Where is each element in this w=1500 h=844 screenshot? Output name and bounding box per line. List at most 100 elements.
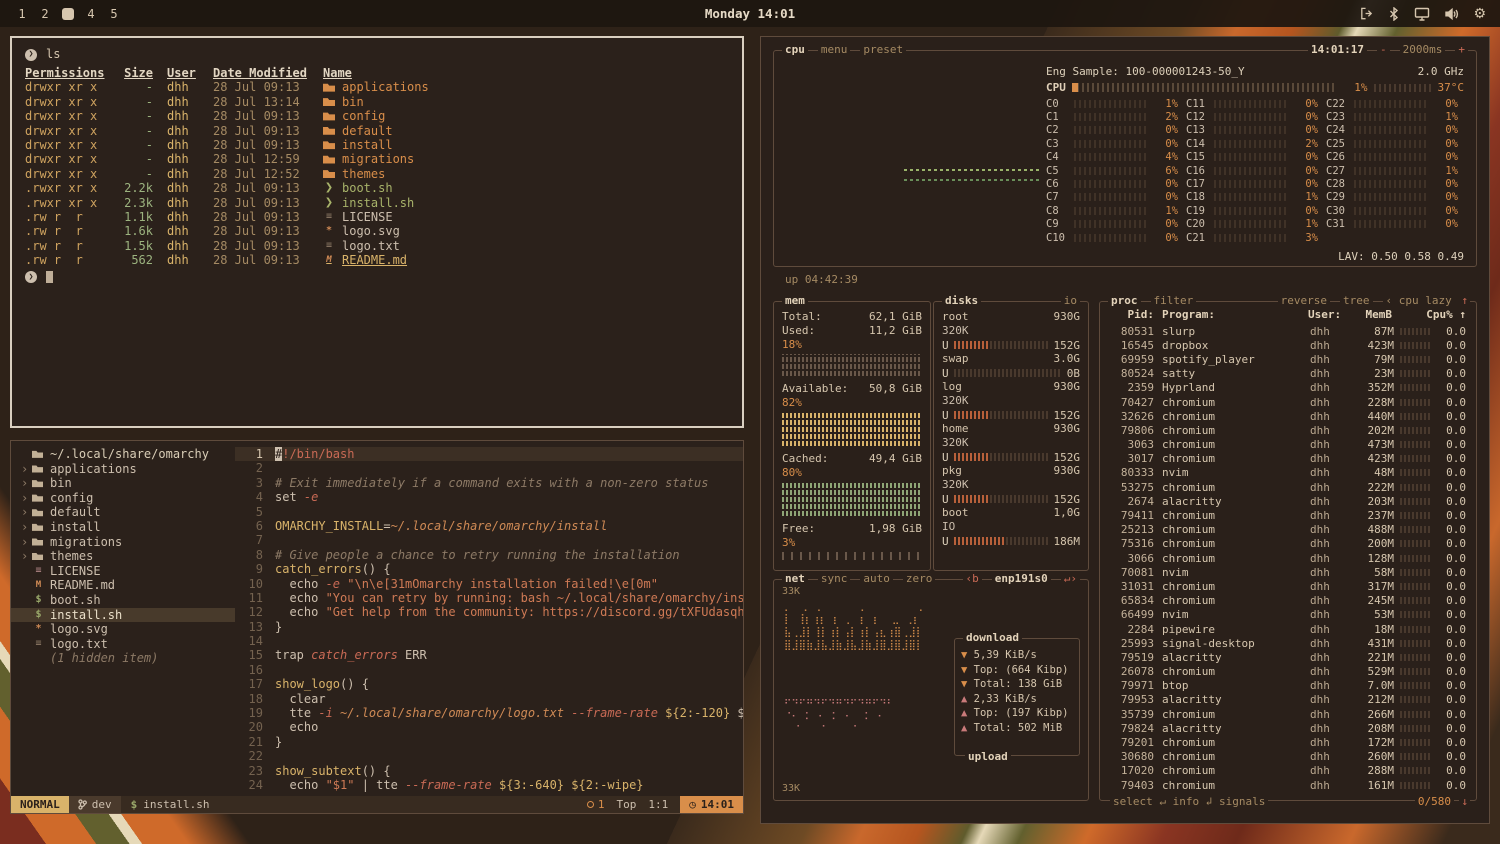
process-cpu-graph bbox=[1400, 356, 1432, 363]
filter-button[interactable]: filter bbox=[1151, 294, 1197, 307]
tree-item[interactable]: LICENSE bbox=[11, 564, 235, 579]
process-user: dhh bbox=[1310, 764, 1350, 777]
tree-item[interactable]: logo.txt bbox=[11, 637, 235, 652]
process-actions[interactable]: select ↵ info ↲ signals bbox=[1110, 795, 1268, 808]
sort-column-selector[interactable]: ‹ cpu lazy › bbox=[1383, 294, 1468, 307]
process-row[interactable]: 25213 chromium dhh 488M 0.0 bbox=[1108, 523, 1466, 537]
process-row[interactable]: 3066 chromium dhh 128M 0.0 bbox=[1108, 551, 1466, 565]
process-row[interactable]: 53275 chromium dhh 222M 0.0 bbox=[1108, 480, 1466, 494]
tree-item[interactable]: README.md bbox=[11, 578, 235, 593]
process-row[interactable]: 3017 chromium dhh 423M 0.0 bbox=[1108, 452, 1466, 466]
process-row[interactable]: 3063 chromium dhh 473M 0.0 bbox=[1108, 438, 1466, 452]
tree-item[interactable]: logo.svg bbox=[11, 622, 235, 637]
net-auto-toggle[interactable]: auto bbox=[860, 572, 893, 585]
menu-button[interactable]: menu bbox=[818, 43, 851, 56]
workspace-button[interactable]: 3 bbox=[62, 8, 74, 20]
process-row[interactable]: 69959 spotify_player dhh 79M 0.0 bbox=[1108, 352, 1466, 366]
tree-toggle[interactable]: tree bbox=[1340, 294, 1373, 307]
header-cpu[interactable]: Cpu% ↑ bbox=[1392, 308, 1466, 321]
process-row[interactable]: 26078 chromium dhh 529M 0.0 bbox=[1108, 665, 1466, 679]
process-row[interactable]: 32626 chromium dhh 440M 0.0 bbox=[1108, 409, 1466, 423]
preset-button[interactable]: preset bbox=[860, 43, 906, 56]
header-user[interactable]: User: bbox=[1308, 308, 1348, 321]
workspace-button[interactable]: 2 bbox=[39, 8, 51, 20]
tree-root[interactable]: ~/.local/share/omarchy bbox=[11, 447, 235, 462]
process-row[interactable]: 31031 chromium dhh 317M 0.0 bbox=[1108, 579, 1466, 593]
file-type-icon bbox=[32, 508, 43, 517]
process-row[interactable]: 79411 chromium dhh 237M 0.0 bbox=[1108, 508, 1466, 522]
display-icon[interactable] bbox=[1414, 7, 1430, 21]
process-row[interactable]: 65834 chromium dhh 245M 0.0 bbox=[1108, 594, 1466, 608]
bluetooth-icon[interactable] bbox=[1388, 7, 1400, 21]
tree-item[interactable]: (1 hidden item) bbox=[11, 651, 235, 666]
process-row[interactable]: 79971 btop dhh 7.0M 0.0 bbox=[1108, 679, 1466, 693]
process-row[interactable]: 66499 nvim dhh 53M 0.0 bbox=[1108, 608, 1466, 622]
process-row[interactable]: 79953 alacritty dhh 212M 0.0 bbox=[1108, 693, 1466, 707]
scroll-up-arrow[interactable]: ↑ bbox=[1459, 294, 1470, 307]
process-row[interactable]: 2284 pipewire dhh 18M 0.0 bbox=[1108, 622, 1466, 636]
process-row[interactable]: 17020 chromium dhh 288M 0.0 bbox=[1108, 764, 1466, 778]
process-row[interactable]: 80524 satty dhh 23M 0.0 bbox=[1108, 367, 1466, 381]
net-zero-toggle[interactable]: zero bbox=[903, 572, 936, 585]
interval-decrease-button[interactable]: - bbox=[1377, 43, 1390, 56]
process-row[interactable]: 79201 chromium dhh 172M 0.0 bbox=[1108, 735, 1466, 749]
process-row[interactable]: 80333 nvim dhh 48M 0.0 bbox=[1108, 466, 1466, 480]
gear-icon[interactable]: ⚙ bbox=[1473, 7, 1486, 21]
process-row[interactable]: 30680 chromium dhh 260M 0.0 bbox=[1108, 750, 1466, 764]
header-memb[interactable]: MemB bbox=[1348, 308, 1392, 321]
tree-item[interactable]: migrations bbox=[11, 535, 235, 550]
scroll-down-arrow[interactable]: ↓ bbox=[1459, 795, 1470, 808]
disk-entry: home 930G 320K U 152G bbox=[942, 422, 1080, 464]
process-pid: 32626 bbox=[1108, 410, 1154, 423]
tree-item[interactable]: bin bbox=[11, 476, 235, 491]
prompt-line[interactable]: ❯ bbox=[25, 269, 729, 284]
file-date: 28 Jul 09:13 bbox=[213, 210, 313, 224]
core-row: C2 0% bbox=[1046, 124, 1178, 137]
process-row[interactable]: 2359 Hyprland dhh 352M 0.0 bbox=[1108, 381, 1466, 395]
disk-rows: root 930G 320K U 152G swap 3.0G U bbox=[942, 310, 1080, 548]
code-line: 16 bbox=[235, 663, 743, 677]
code-line: 10 echo -e "\n\e[31mOmarchy installation… bbox=[235, 577, 743, 591]
tree-item[interactable]: default bbox=[11, 505, 235, 520]
process-row[interactable]: 2674 alacritty dhh 203M 0.0 bbox=[1108, 494, 1466, 508]
file-size: 1.5k bbox=[111, 239, 153, 253]
workspace-button[interactable]: 4 bbox=[85, 8, 97, 20]
file-owner: dhh bbox=[167, 181, 203, 195]
core-label: C16 bbox=[1186, 165, 1214, 177]
upload-stats: ▲ 2,33 KiB/s▲ Top: (197 Kibp)▲ Total: 50… bbox=[961, 693, 1073, 737]
tree-item[interactable]: install.sh bbox=[11, 608, 235, 623]
process-row[interactable]: 16545 dropbox dhh 423M 0.0 bbox=[1108, 338, 1466, 352]
process-row[interactable]: 80531 slurp dhh 87M 0.0 bbox=[1108, 324, 1466, 338]
process-cpu-percent: 0.0 bbox=[1438, 693, 1466, 706]
net-sync-toggle[interactable]: sync bbox=[818, 572, 851, 585]
network-interface[interactable]: ‹b enp191s0 ↵› bbox=[963, 572, 1080, 585]
process-row[interactable]: 79806 chromium dhh 202M 0.0 bbox=[1108, 423, 1466, 437]
io-mode-toggle[interactable]: io bbox=[1061, 294, 1080, 307]
tree-item[interactable]: config bbox=[11, 491, 235, 506]
reverse-toggle[interactable]: reverse bbox=[1278, 294, 1330, 307]
process-row[interactable]: 79824 alacritty dhh 208M 0.0 bbox=[1108, 721, 1466, 735]
process-row[interactable]: 75316 chromium dhh 200M 0.0 bbox=[1108, 537, 1466, 551]
core-meter bbox=[1354, 153, 1426, 161]
process-row[interactable]: 79519 alacritty dhh 221M 0.0 bbox=[1108, 650, 1466, 664]
process-row[interactable]: 70081 nvim dhh 58M 0.0 bbox=[1108, 565, 1466, 579]
process-row[interactable]: 79403 chromium dhh 161M 0.0 bbox=[1108, 778, 1466, 792]
code-editor[interactable]: 1#!/bin/bash23# Exit immediately if a co… bbox=[235, 441, 743, 796]
workspace-button[interactable]: 5 bbox=[108, 8, 120, 20]
workspace-button[interactable]: 1 bbox=[16, 8, 28, 20]
tree-item[interactable]: install bbox=[11, 520, 235, 535]
interval-increase-button[interactable]: + bbox=[1455, 43, 1468, 56]
process-row[interactable]: 35739 chromium dhh 266M 0.0 bbox=[1108, 707, 1466, 721]
logout-icon[interactable] bbox=[1359, 6, 1374, 21]
memory-stat-label: Total: bbox=[782, 310, 822, 324]
process-row[interactable]: 70427 chromium dhh 228M 0.0 bbox=[1108, 395, 1466, 409]
tree-item[interactable]: themes bbox=[11, 549, 235, 564]
tree-item[interactable]: applications bbox=[11, 462, 235, 477]
process-user: dhh bbox=[1310, 438, 1350, 451]
upload-graph: ⠋⠙⠋⠛⠙⠋⠙⠛⠙⠋⠙⠛⠋⠙⠃⠈⠂ ⠅ ⠂ ⠅ ⠂ ⠅ ⠂ ⠁ ⠁ ⠁ bbox=[784, 698, 894, 737]
header-program[interactable]: Program: bbox=[1162, 308, 1308, 321]
process-row[interactable]: 25993 signal-desktop dhh 431M 0.0 bbox=[1108, 636, 1466, 650]
header-pid[interactable]: Pid: bbox=[1108, 308, 1154, 321]
tree-item[interactable]: boot.sh bbox=[11, 593, 235, 608]
volume-icon[interactable] bbox=[1444, 7, 1459, 21]
